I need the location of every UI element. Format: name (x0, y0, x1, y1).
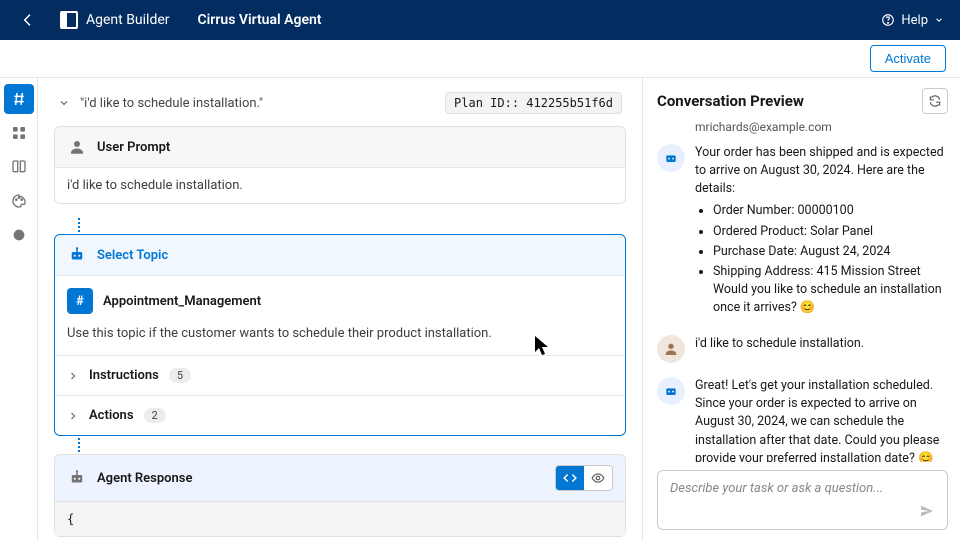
breadcrumb[interactable]: "i'd like to schedule installation." (58, 96, 263, 111)
user-prompt-card: User Prompt i'd like to schedule install… (54, 126, 626, 204)
select-topic-title: Select Topic (97, 248, 168, 263)
refresh-button[interactable] (922, 88, 948, 114)
eye-icon (591, 471, 605, 485)
send-icon (919, 503, 935, 519)
actions-expander[interactable]: Actions 2 (55, 396, 625, 435)
robot-icon (67, 245, 87, 265)
help-menu[interactable]: Help (881, 13, 944, 28)
response-view-toggle (555, 465, 613, 491)
list-item: Order Number: 00000100 (713, 202, 944, 220)
page-title: Cirrus Virtual Agent (198, 12, 322, 28)
user-message: i'd like to schedule installation. (657, 335, 944, 363)
topic-row[interactable]: # Appointment_Management (55, 276, 625, 326)
chevron-right-icon (67, 370, 79, 382)
preview-view-button[interactable] (584, 466, 612, 490)
actions-label: Actions (89, 408, 134, 423)
user-avatar (657, 335, 685, 363)
user-icon (67, 137, 87, 157)
conversation-scroll[interactable]: mrichards@example.com Your order has bee… (657, 120, 948, 462)
rail-book[interactable] (4, 152, 34, 182)
list-item: Shipping Address: 415 Mission Street Wou… (713, 263, 944, 317)
conversation-preview-panel: Conversation Preview mrichards@example.c… (642, 78, 960, 540)
topic-name: Appointment_Management (103, 294, 261, 309)
code-icon (563, 471, 577, 485)
globe-icon (11, 227, 27, 243)
rail-globe[interactable] (4, 220, 34, 250)
list-item: Ordered Product: Solar Panel (713, 223, 944, 241)
robot-icon (67, 468, 87, 488)
rail-palette[interactable] (4, 186, 34, 216)
rail-grid[interactable] (4, 118, 34, 148)
rail-hash[interactable] (4, 84, 34, 114)
code-view-button[interactable] (556, 466, 584, 490)
list-item: Purchase Date: August 24, 2024 (713, 243, 944, 261)
chevron-down-icon (934, 15, 944, 25)
robot-icon (663, 150, 679, 166)
app-icon (60, 11, 78, 29)
select-topic-card: Select Topic # Appointment_Management Us… (54, 234, 626, 436)
user-prompt-title: User Prompt (97, 140, 170, 155)
plan-id-badge: Plan ID:: 412255b51f6d (445, 92, 622, 114)
help-icon (881, 13, 895, 27)
bot-msg-text: Your order has been shipped and is expec… (695, 145, 944, 196)
user-icon (663, 341, 679, 357)
back-button[interactable] (16, 8, 40, 32)
robot-icon (663, 383, 679, 399)
chevron-right-icon (67, 410, 79, 422)
app-label: Agent Builder (86, 12, 170, 28)
topic-description: Use this topic if the customer wants to … (55, 326, 625, 356)
send-button[interactable] (919, 503, 935, 519)
center-panel: "i'd like to schedule installation." Pla… (38, 78, 642, 540)
actions-count: 2 (144, 408, 166, 423)
bot-message: Great! Let's get your installation sched… (657, 377, 944, 462)
palette-icon (11, 193, 27, 209)
side-rail (0, 78, 38, 540)
crumb-quote: "i'd like to schedule installation." (80, 96, 263, 111)
conversation-preview-title: Conversation Preview (657, 92, 804, 110)
book-icon (11, 159, 27, 175)
message-input[interactable] (670, 481, 919, 511)
activate-button[interactable]: Activate (870, 45, 946, 72)
agent-response-card: Agent Response { (54, 454, 626, 537)
bot-msg-text: Great! Let's get your installation sched… (695, 377, 944, 462)
instructions-label: Instructions (89, 368, 159, 383)
subbar: Activate (0, 40, 960, 78)
user-email: mrichards@example.com (695, 120, 944, 134)
hash-icon (11, 91, 27, 107)
instructions-expander[interactable]: Instructions 5 (55, 356, 625, 396)
hash-badge-icon: # (67, 288, 93, 314)
bot-avatar (657, 377, 685, 405)
user-prompt-text: i'd like to schedule installation. (55, 168, 625, 203)
bot-message: Your order has been shipped and is expec… (657, 144, 944, 321)
arrow-left-icon (20, 12, 36, 28)
bot-avatar (657, 144, 685, 172)
instructions-count: 5 (169, 368, 191, 383)
help-label: Help (901, 13, 928, 28)
response-code: { (55, 501, 625, 536)
refresh-icon (928, 94, 942, 108)
message-input-area[interactable] (657, 470, 948, 530)
agent-response-title: Agent Response (97, 471, 192, 486)
user-msg-text: i'd like to schedule installation. (695, 335, 864, 363)
app-brand: Agent Builder (60, 11, 170, 29)
topbar: Agent Builder Cirrus Virtual Agent Help (0, 0, 960, 40)
chevron-down-icon (58, 97, 70, 109)
grid-icon (11, 125, 27, 141)
